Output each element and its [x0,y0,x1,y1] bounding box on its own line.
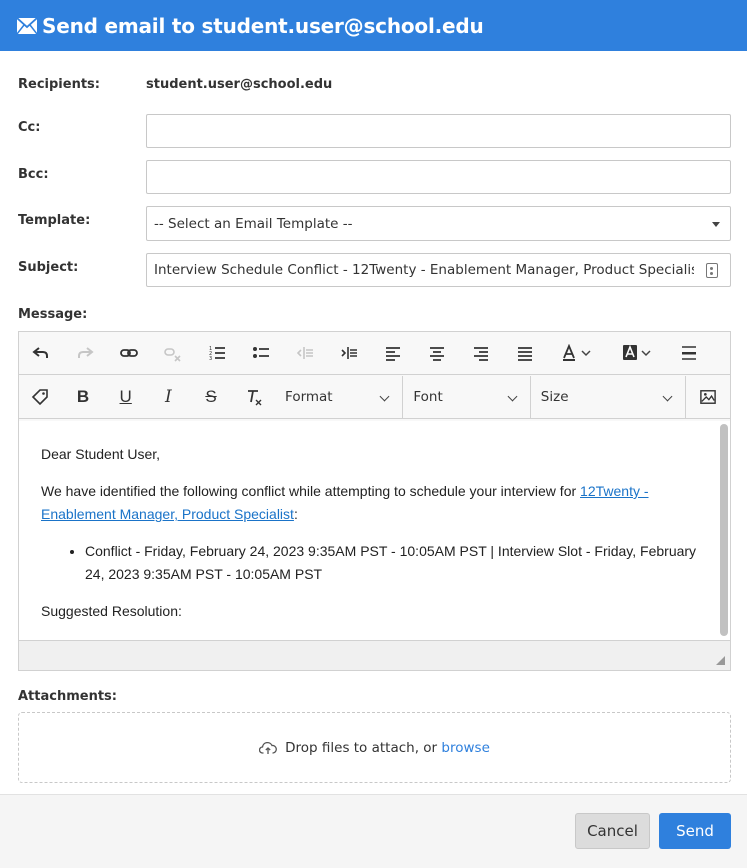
outdent-button[interactable] [283,332,327,375]
resize-handle-icon[interactable] [716,656,725,665]
subject-input[interactable]: Interview Schedule Conflict - 12Twenty -… [146,253,731,287]
format-dropdown-label: Format [285,389,333,405]
greeting-text: Dear Student User, [41,446,161,462]
undo-button[interactable] [19,332,63,375]
link-button[interactable] [107,332,151,375]
indent-button[interactable] [327,332,371,375]
background-color-button[interactable] [607,332,667,375]
undo-icon [32,347,48,358]
size-dropdown[interactable]: Size [529,375,686,419]
subject-value: Interview Schedule Conflict - 12Twenty -… [154,262,694,278]
align-center-button[interactable] [415,332,459,375]
dialog-header: Send email to student.user@school.edu [0,0,747,51]
browse-link[interactable]: browse [441,740,489,756]
image-icon [700,390,716,404]
cloud-upload-icon [259,741,278,754]
align-right-icon [474,347,488,361]
italic-icon: I [164,387,172,407]
resolution-text: Suggested Resolution: [41,603,182,619]
chevron-down-icon [379,391,390,401]
editor-toolbar-row-2: B U I S Format Font Size [19,375,730,419]
conflict-list: Conflict - Friday, February 24, 2023 9:3… [85,540,708,586]
attachments-label: Attachments: [18,689,117,704]
rich-text-editor[interactable]: 123 B U I S Format Font Size Dear Studen… [18,331,731,671]
text-color-button[interactable] [547,332,607,375]
underline-icon: U [119,387,132,406]
chevron-down-icon [507,391,518,401]
justify-icon [518,347,532,361]
font-dropdown[interactable]: Font [402,375,529,419]
editor-content[interactable]: Dear Student User, We have identified th… [19,421,730,640]
outdent-icon [296,347,313,359]
recipients-value: student.user@school.edu [146,77,333,92]
strikethrough-button[interactable]: S [190,376,233,419]
envelope-icon [17,17,37,34]
bold-icon: B [76,387,90,406]
cc-input[interactable] [146,114,731,148]
intro-paragraph: We have identified the following conflic… [41,480,708,526]
bcc-input[interactable] [146,160,731,194]
align-left-icon [386,347,400,361]
template-selected-value: -- Select an Email Template -- [154,215,353,232]
intro-text: We have identified the following conflic… [41,483,581,499]
underline-button[interactable]: U [104,376,147,419]
align-left-button[interactable] [371,332,415,375]
background-color-icon [623,344,651,360]
drop-text: Drop files to attach, or [285,739,438,756]
attachment-dropzone[interactable]: Drop files to attach, or browse [18,712,731,783]
unlink-icon [164,348,181,362]
redo-icon [78,347,94,358]
remove-format-icon [247,390,262,406]
format-dropdown[interactable]: Format [275,376,402,419]
editor-statusbar [19,640,730,670]
link-icon [120,349,138,357]
message-label: Message: [18,307,88,322]
bullet-list-icon [253,347,269,358]
dialog-footer: Cancel Send [0,794,747,868]
recipients-label: Recipients: [18,77,100,92]
editor-toolbar-row-1: 123 [19,332,730,375]
intro-end: : [293,506,298,522]
cc-label: Cc: [18,120,41,135]
cancel-button[interactable]: Cancel [575,813,650,849]
remove-format-button[interactable] [232,376,275,419]
horizontal-rule-button[interactable] [667,332,711,375]
bold-button[interactable]: B [62,376,105,419]
conflict-item: Conflict - Friday, February 24, 2023 9:3… [85,540,708,586]
subject-label: Subject: [18,260,79,275]
send-button[interactable]: Send [659,813,731,849]
size-dropdown-label: Size [540,389,569,405]
numbered-list-button[interactable]: 123 [195,332,239,375]
template-select[interactable]: -- Select an Email Template -- [146,206,731,241]
unlink-button[interactable] [151,332,195,375]
justify-button[interactable] [503,332,547,375]
text-color-icon [563,344,591,361]
redo-button[interactable] [63,332,107,375]
tag-icon [32,389,49,406]
template-label: Template: [18,213,91,228]
align-right-button[interactable] [459,332,503,375]
horizontal-rule-icon [682,346,696,360]
font-dropdown-label: Font [413,389,443,405]
svg-text:3: 3 [209,356,212,362]
indent-icon [341,347,357,359]
insert-image-button[interactable] [685,375,730,419]
placeholder-tag-button[interactable] [19,376,62,419]
contact-card-icon[interactable] [706,263,718,278]
bcc-label: Bcc: [18,167,49,182]
italic-button[interactable]: I [147,376,190,419]
caret-down-icon [712,222,720,227]
dialog-title: Send email to student.user@school.edu [42,13,484,38]
strikethrough-icon: S [205,387,217,406]
bullet-list-button[interactable] [239,332,283,375]
align-center-icon [430,347,444,361]
numbered-list-icon: 123 [209,346,225,362]
editor-scrollbar[interactable] [720,424,728,636]
chevron-down-icon [662,391,673,401]
